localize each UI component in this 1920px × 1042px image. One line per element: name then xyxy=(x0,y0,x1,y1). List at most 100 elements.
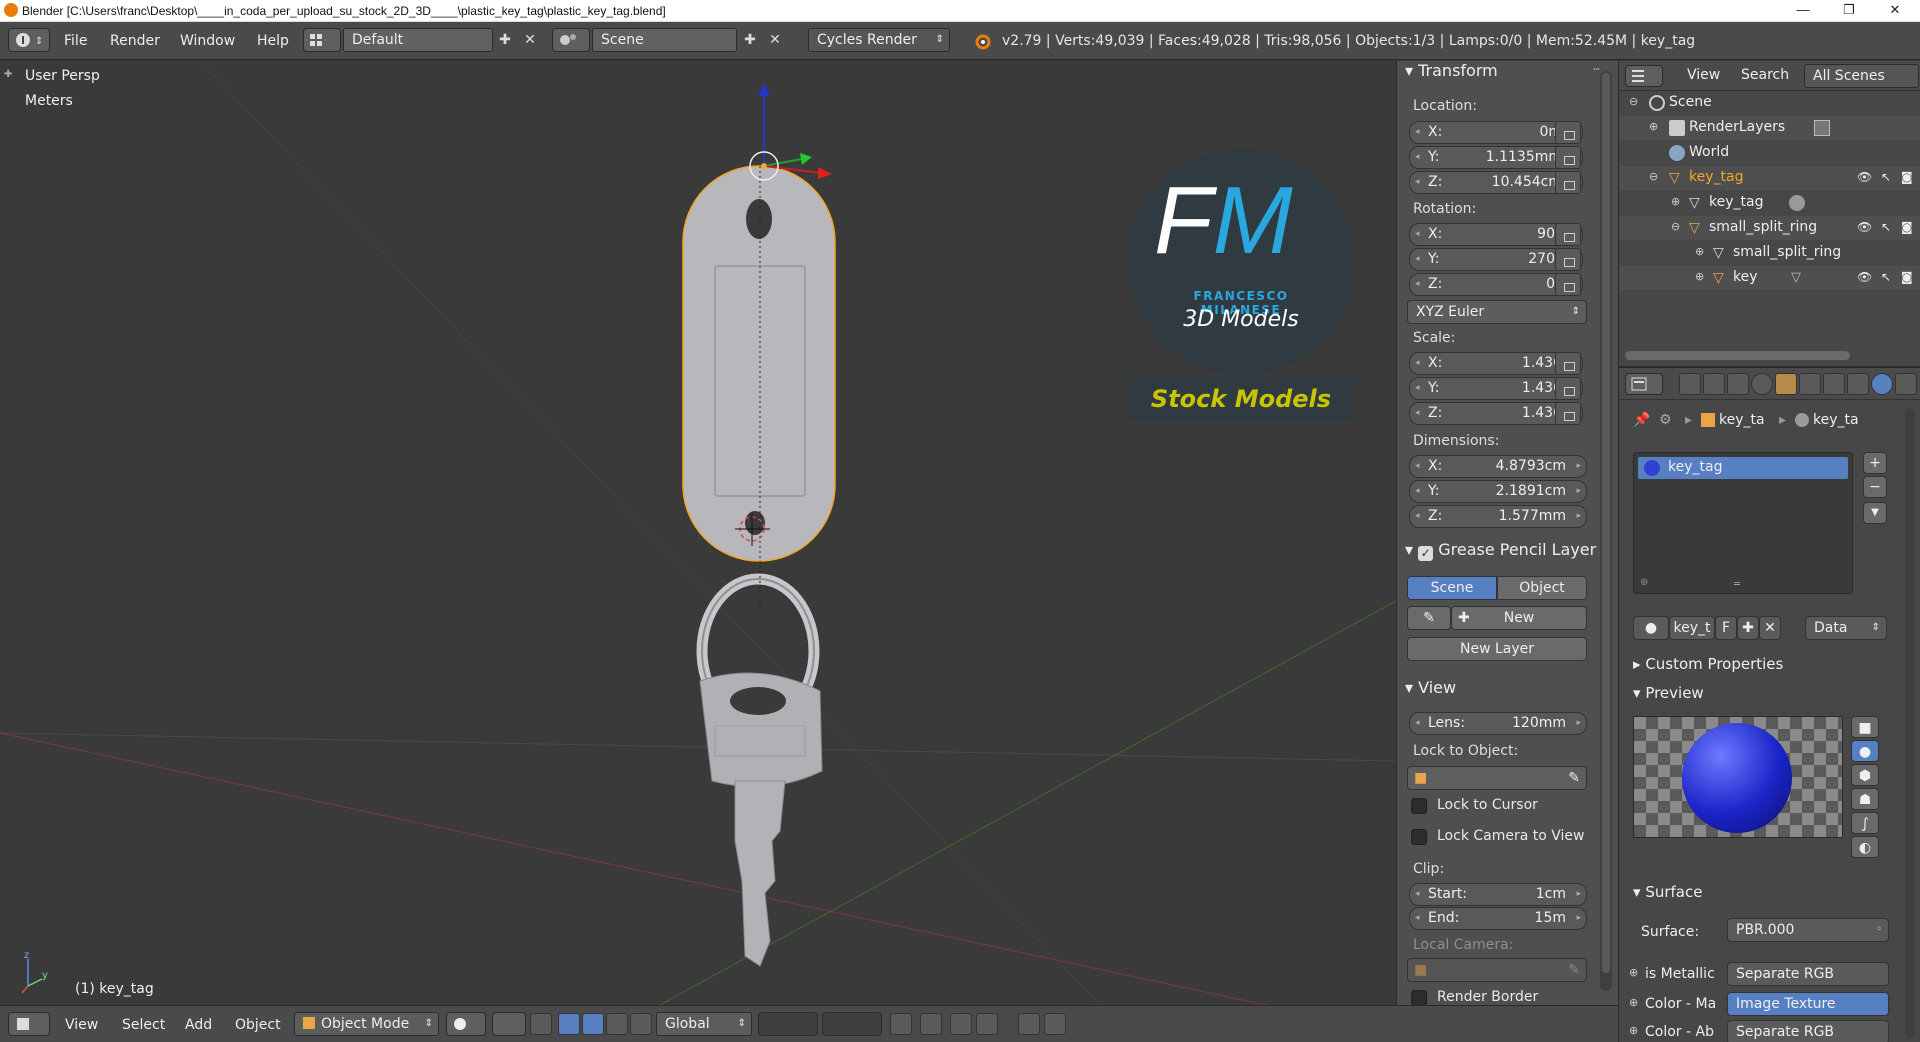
object-menu[interactable]: Object xyxy=(235,1017,281,1033)
lock-camera-checkbox[interactable] xyxy=(1411,829,1427,845)
lock-location-y-icon[interactable] xyxy=(1555,146,1581,169)
outliner-row-split-ring-object[interactable]: ⊖ ▽ small_split_ring 👁 ↖ ◙ xyxy=(1619,216,1920,240)
transform-panel-header[interactable]: ▾ Transform xyxy=(1405,61,1498,83)
snap-element-icon[interactable] xyxy=(976,1013,998,1035)
remove-slot-icon[interactable]: − xyxy=(1863,476,1887,498)
preview-flat-icon[interactable]: ■ xyxy=(1851,716,1879,738)
outliner-filter-select[interactable]: All Scenes xyxy=(1804,64,1919,88)
manipulator-rotate-icon[interactable] xyxy=(606,1013,628,1035)
slot-menu-icon[interactable]: ▼ xyxy=(1863,502,1887,524)
opengl-anim-icon[interactable] xyxy=(1044,1013,1066,1035)
outliner-row-key-object[interactable]: ⊕ ▽ key ▽ 👁 ↖ ◙ xyxy=(1619,266,1920,290)
dimension-x-field[interactable]: ◂ X: 4.8793cm ▸ xyxy=(1409,455,1587,478)
view-menu[interactable]: View xyxy=(65,1017,98,1033)
socket-link-color-ma[interactable]: Image Texture xyxy=(1727,992,1889,1016)
new-material-icon[interactable]: ✚ xyxy=(1737,616,1759,640)
screen-layout-field[interactable]: Default xyxy=(343,28,493,52)
object-tab-icon[interactable] xyxy=(1775,373,1797,395)
transform-orientation-select[interactable]: Global ⇕ xyxy=(656,1012,752,1036)
scene-selector-icon[interactable] xyxy=(552,28,590,52)
outliner-row-key-tag-mesh[interactable]: ⊕ ▽ key_tag xyxy=(1619,191,1920,215)
transform-manipulator-toggle-icon[interactable] xyxy=(530,1013,552,1035)
close-button[interactable]: ✕ xyxy=(1872,0,1918,22)
link-mode-select[interactable]: Data ⇕ xyxy=(1805,616,1887,640)
cursor-select-icon[interactable]: ↖ xyxy=(1881,220,1897,236)
outliner-row-key-tag-object[interactable]: ⊖ ▽ key_tag 👁 ↖ ◙ xyxy=(1619,166,1920,190)
clip-start-field[interactable]: ◂ Start: 1cm ▸ xyxy=(1409,883,1587,906)
manipulator-move-icon[interactable] xyxy=(582,1013,604,1035)
texture-tab-icon[interactable] xyxy=(1895,373,1917,395)
layer-lock-icon[interactable] xyxy=(890,1013,912,1035)
collapse-icon[interactable]: ⊖ xyxy=(1629,95,1638,108)
drag-handle-icon[interactable]: ┅ xyxy=(1593,63,1600,76)
viewport-shading-icon[interactable] xyxy=(446,1012,486,1036)
lock-rotation-x-icon[interactable] xyxy=(1555,223,1581,246)
screen-layout-icon[interactable] xyxy=(303,28,341,52)
cursor-select-icon[interactable]: ↖ xyxy=(1881,170,1897,186)
lock-scale-y-icon[interactable] xyxy=(1555,377,1581,400)
outliner-row-renderlayers[interactable]: ⊕ RenderLayers xyxy=(1619,116,1920,140)
add-menu[interactable]: Add xyxy=(185,1017,212,1033)
material-slot-row[interactable]: key_tag xyxy=(1638,457,1848,479)
render-border-checkbox[interactable] xyxy=(1411,990,1427,1005)
lock-scale-z-icon[interactable] xyxy=(1555,402,1581,425)
lens-field[interactable]: ◂ Lens: 120mm ▸ xyxy=(1409,712,1587,735)
select-menu[interactable]: Select xyxy=(122,1017,165,1033)
preview-cube-icon[interactable]: ⬢ xyxy=(1851,764,1879,786)
toolshelf-toggle-icon[interactable]: ✚ xyxy=(4,69,12,80)
opengl-render-icon[interactable] xyxy=(1018,1013,1040,1035)
material-name-field[interactable]: key_t xyxy=(1669,616,1715,640)
surface-shader-select[interactable]: PBR.000 ◦ xyxy=(1727,918,1889,942)
grease-tab-scene[interactable]: Scene xyxy=(1407,576,1497,600)
manipulator-translate-icon[interactable] xyxy=(558,1013,580,1035)
dimension-y-field[interactable]: ◂ Y: 2.1891cm ▸ xyxy=(1409,480,1587,503)
new-layer-button[interactable]: New Layer xyxy=(1407,637,1587,661)
preview-hair-icon[interactable]: ∫ xyxy=(1851,812,1879,834)
outliner-menu-search[interactable]: Search xyxy=(1741,67,1789,83)
snap-toggle-icon[interactable] xyxy=(950,1013,972,1035)
eye-icon[interactable]: 👁 xyxy=(1857,270,1873,286)
editor-type-info-icon[interactable]: ⇕ xyxy=(8,28,50,52)
menu-window[interactable]: Window xyxy=(180,33,235,49)
remove-layout-icon[interactable]: ✕ xyxy=(520,30,540,50)
socket-link-metallic[interactable]: Separate RGB xyxy=(1727,962,1889,986)
layers-tab-icon[interactable] xyxy=(1703,373,1725,395)
new-grease-button[interactable]: ✚ New xyxy=(1451,606,1587,630)
local-camera-field[interactable]: ■ ✎ xyxy=(1407,958,1587,982)
rotation-mode-select[interactable]: XYZ Euler ⇕ xyxy=(1407,300,1587,324)
constraints-tab-icon[interactable] xyxy=(1799,373,1821,395)
sidebar-scrollbar[interactable] xyxy=(1600,71,1612,991)
outliner-menu-view[interactable]: View xyxy=(1687,67,1720,83)
3d-viewport[interactable]: z y User Persp Meters (1) key_tag ✚ FM F… xyxy=(0,61,1396,1005)
outliner-row-world[interactable]: World xyxy=(1619,141,1920,165)
camera-icon[interactable]: ◙ xyxy=(1901,270,1917,286)
minimize-button[interactable]: — xyxy=(1780,0,1826,22)
preview-panel-header[interactable]: ▾ Preview xyxy=(1633,684,1704,702)
menu-render[interactable]: Render xyxy=(110,33,160,49)
lock-location-z-icon[interactable] xyxy=(1555,171,1581,194)
scene-field[interactable]: Scene xyxy=(592,28,737,52)
pencil-icon[interactable]: ✎ xyxy=(1407,606,1451,630)
unlink-material-icon[interactable]: ✕ xyxy=(1759,616,1781,640)
socket-link-color-ab[interactable]: Separate RGB xyxy=(1727,1020,1889,1042)
render-engine-select[interactable]: Cycles Render ⇕ xyxy=(808,28,950,52)
camera-icon[interactable]: ◙ xyxy=(1901,170,1917,186)
grease-pencil-checkbox-icon[interactable]: ✓ xyxy=(1418,546,1434,561)
add-layout-icon[interactable]: ✚ xyxy=(495,30,515,50)
material-browse-icon[interactable]: ● xyxy=(1633,616,1669,640)
scene-tab-icon[interactable] xyxy=(1727,373,1749,395)
view-panel-header[interactable]: ▾ View xyxy=(1405,678,1456,700)
add-slot-icon[interactable]: + xyxy=(1863,452,1887,474)
proportional-edit-icon[interactable] xyxy=(920,1013,942,1035)
outliner-editor-icon[interactable] xyxy=(1625,65,1663,87)
layers-grid-1[interactable] xyxy=(758,1012,818,1036)
pivot-point-icon[interactable] xyxy=(492,1012,526,1036)
lock-object-field[interactable]: ■ ✎ xyxy=(1407,766,1587,790)
render-icon[interactable] xyxy=(1814,120,1830,136)
camera-icon[interactable]: ◙ xyxy=(1901,220,1917,236)
add-scene-icon[interactable]: ✚ xyxy=(740,30,760,50)
properties-scrollbar[interactable] xyxy=(1905,408,1915,1038)
outliner-row-split-ring-mesh[interactable]: ⊕ ▽ small_split_ring xyxy=(1619,241,1920,265)
pin-icon[interactable]: 📌 xyxy=(1633,412,1650,428)
preview-monkey-icon[interactable]: ☗ xyxy=(1851,788,1879,810)
